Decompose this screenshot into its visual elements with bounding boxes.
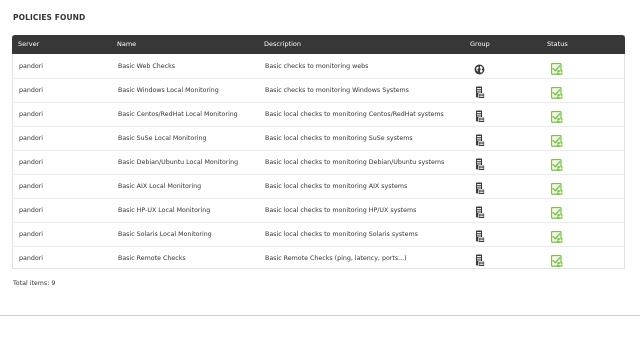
description-cell: Basic local checks to monitoring HP/UX s… — [265, 207, 417, 214]
policy-name-link[interactable]: Basic Solaris Local Monitoring — [118, 223, 212, 246]
server-group-icon — [475, 180, 487, 195]
table-header: Server Name Description Group Status — [12, 35, 625, 54]
server-cell: pandori — [19, 87, 44, 94]
table-row[interactable]: pandori Basic AIX Local Monitoring Basic l… — [13, 175, 624, 199]
server-cell: pandori — [19, 231, 44, 238]
policy-name-link[interactable]: Basic Windows Local Monitoring — [118, 79, 219, 102]
description-cell: Basic local checks to monitoring SuSe sy… — [265, 135, 413, 142]
header-description[interactable]: Description — [264, 35, 301, 54]
status-ok-icon[interactable] — [550, 108, 563, 123]
description-cell: Basic local checks to monitoring Centos/… — [265, 111, 444, 118]
server-group-icon — [475, 228, 487, 243]
globe-icon — [474, 60, 486, 75]
table-row[interactable]: pandori Basic Remote Checks Basic Remote C… — [13, 247, 624, 271]
header-name[interactable]: Name — [117, 35, 136, 54]
server-group-icon — [475, 84, 487, 99]
table-row[interactable]: pandori Basic Web Checks Basic checks to m… — [13, 55, 624, 79]
total-items: Total items: 9 — [13, 280, 56, 287]
status-ok-icon[interactable] — [550, 180, 563, 195]
server-group-icon — [475, 132, 487, 147]
description-cell: Basic local checks to monitoring AIX sys… — [265, 183, 408, 190]
policies-page: POLICIES FOUND Server Name Description G… — [0, 0, 640, 340]
server-cell: pandori — [19, 207, 44, 214]
status-ok-icon[interactable] — [550, 84, 563, 99]
table-row[interactable]: pandori Basic Centos/RedHat Local Monitor… — [13, 103, 624, 127]
description-cell: Basic checks to monitoring webs — [265, 63, 369, 70]
section-title: POLICIES FOUND — [13, 13, 86, 22]
status-ok-icon[interactable] — [550, 60, 563, 75]
table-row[interactable]: pandori Basic HP-UX Local Monitoring Basic… — [13, 199, 624, 223]
server-group-icon — [475, 156, 487, 171]
status-ok-icon[interactable] — [550, 252, 563, 267]
status-ok-icon[interactable] — [550, 228, 563, 243]
policy-name-link[interactable]: Basic AIX Local Monitoring — [118, 175, 201, 198]
header-status[interactable]: Status — [547, 35, 568, 54]
server-cell: pandori — [19, 63, 44, 70]
description-cell: Basic checks to monitoring Windows Syste… — [265, 87, 409, 94]
policy-name-link[interactable]: Basic SuSe Local Monitoring — [118, 127, 207, 150]
status-ok-icon[interactable] — [550, 156, 563, 171]
server-group-icon — [475, 204, 487, 219]
table-row[interactable]: pandori Basic Windows Local Monitoring Bas… — [13, 79, 624, 103]
server-cell: pandori — [19, 255, 44, 262]
server-cell: pandori — [19, 183, 44, 190]
description-cell: Basic local checks to monitoring Debian/… — [265, 159, 445, 166]
table-row[interactable]: pandori Basic Debian/Ubuntu Local Monitor… — [13, 151, 624, 175]
status-ok-icon[interactable] — [550, 132, 563, 147]
policy-name-link[interactable]: Basic Centos/RedHat Local Monitoring — [118, 103, 238, 126]
server-cell: pandori — [19, 135, 44, 142]
policy-name-link[interactable]: Basic HP-UX Local Monitoring — [118, 199, 210, 222]
policy-name-link[interactable]: Basic Remote Checks — [118, 247, 186, 270]
server-group-icon — [475, 252, 487, 267]
description-cell: Basic local checks to monitoring Solaris… — [265, 231, 418, 238]
status-ok-icon[interactable] — [550, 204, 563, 219]
header-server[interactable]: Server — [18, 35, 39, 54]
table-row[interactable]: pandori Basic SuSe Local Monitoring Basic … — [13, 127, 624, 151]
server-group-icon — [475, 108, 487, 123]
description-cell: Basic Remote Checks (ping, latency, port… — [265, 255, 407, 262]
policies-table: Server Name Description Group Status pan… — [12, 35, 625, 269]
policy-name-link[interactable]: Basic Debian/Ubuntu Local Monitoring — [118, 151, 238, 174]
footer-divider — [0, 315, 640, 316]
server-cell: pandori — [19, 111, 44, 118]
policy-name-link[interactable]: Basic Web Checks — [118, 55, 175, 78]
header-group[interactable]: Group — [470, 35, 490, 54]
table-row[interactable]: pandori Basic Solaris Local Monitoring Bas… — [13, 223, 624, 247]
server-cell: pandori — [19, 159, 44, 166]
